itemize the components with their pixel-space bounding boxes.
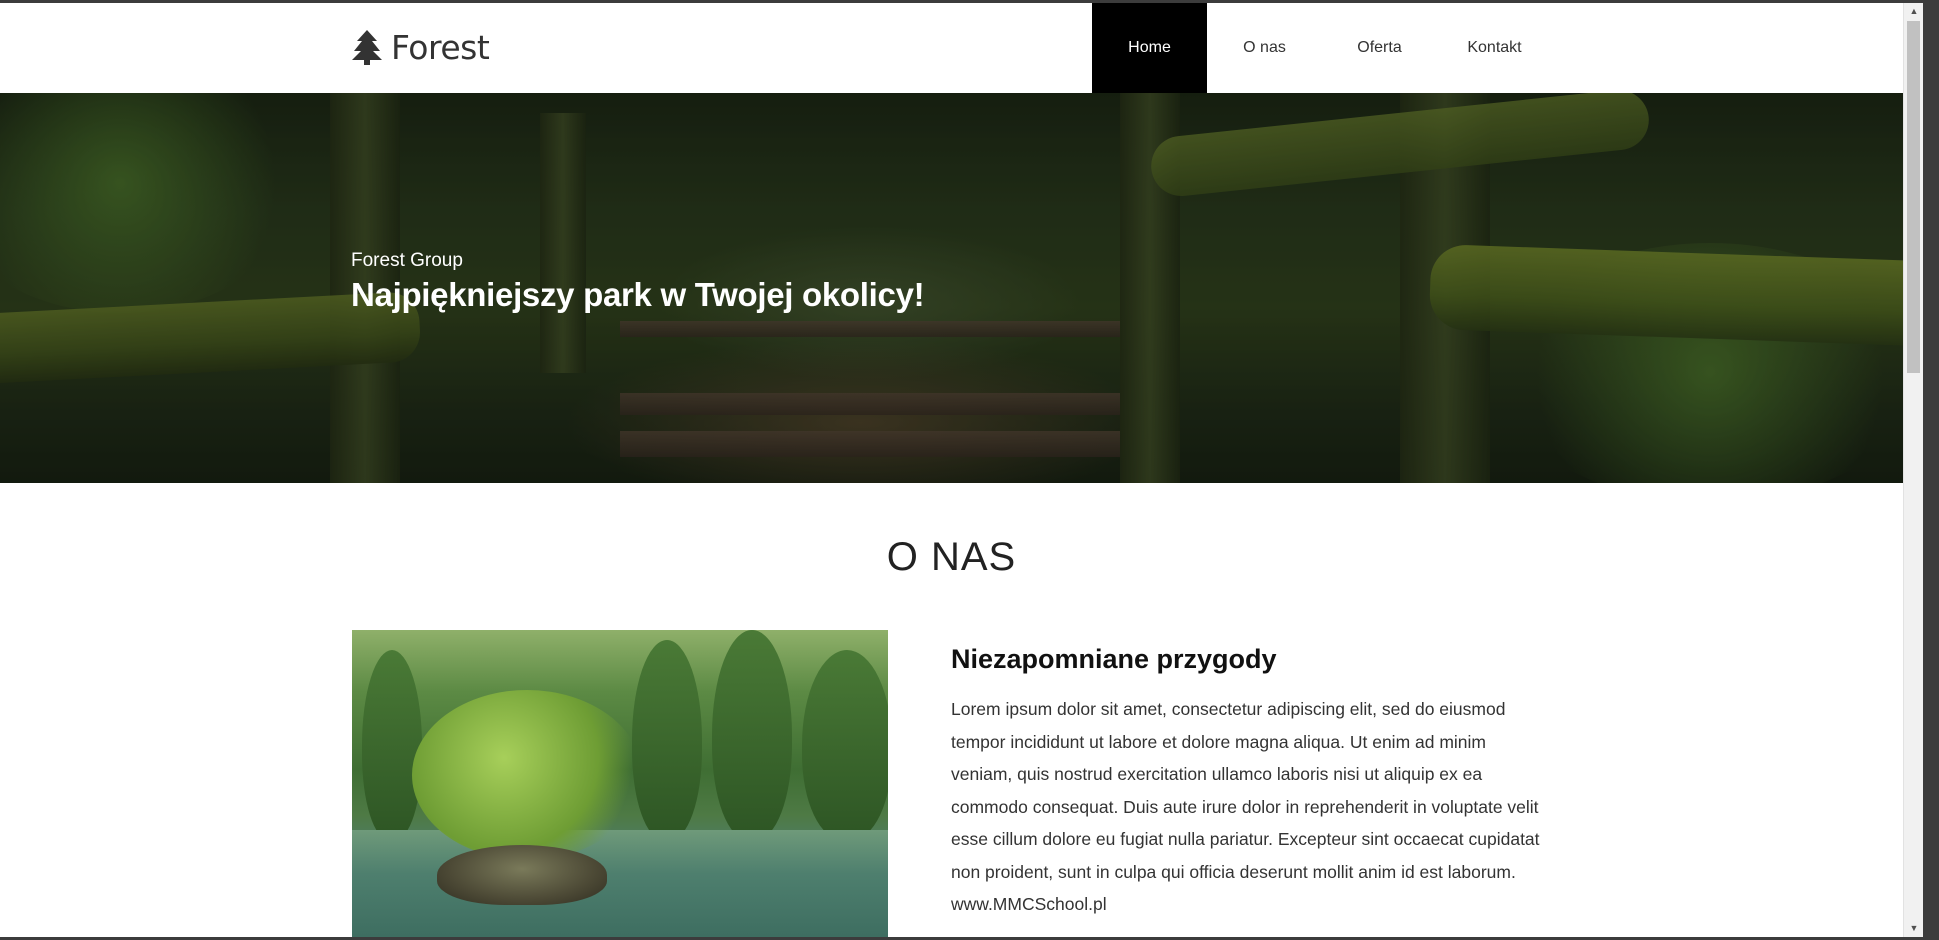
hero-text: Forest Group Najpiękniejszy park w Twoje…: [351, 250, 925, 314]
tree-icon: [351, 29, 383, 65]
scroll-up-icon[interactable]: ▲: [1904, 3, 1924, 20]
image-rock: [437, 845, 607, 905]
hero-title: Najpiękniejszy park w Twojej okolicy!: [351, 276, 925, 313]
hero-banner: Forest Group Najpiękniejszy park w Twoje…: [0, 93, 1903, 483]
about-heading: Niezapomniane przygody: [951, 644, 1277, 674]
nav-item-home[interactable]: Home: [1092, 3, 1207, 93]
about-body: Lorem ipsum dolor sit amet, consectetur …: [951, 699, 1540, 914]
image-water: [352, 830, 888, 937]
scroll-thumb[interactable]: [1907, 21, 1920, 373]
brand-logo[interactable]: Forest: [351, 27, 490, 67]
nav-item-oferta[interactable]: Oferta: [1322, 3, 1437, 93]
image-tree: [802, 650, 888, 840]
scroll-down-icon[interactable]: ▼: [1904, 920, 1924, 937]
hero-overlay: [0, 93, 1903, 483]
page-viewport: Forest Home O nas Oferta Kontakt Forest …: [0, 3, 1903, 937]
page-scrollbar[interactable]: ▲ ▼: [1903, 3, 1923, 937]
nav-item-o-nas[interactable]: O nas: [1207, 3, 1322, 93]
image-tree: [362, 650, 422, 840]
about-content: Niezapomniane przygody Lorem ipsum dolor…: [951, 644, 1551, 921]
main-nav: Home O nas Oferta Kontakt: [1092, 3, 1552, 93]
image-tree: [712, 630, 792, 840]
nav-item-kontakt[interactable]: Kontakt: [1437, 3, 1552, 93]
about-image: [352, 630, 888, 937]
section-title-about: O NAS: [886, 535, 1017, 579]
image-bush: [412, 690, 642, 860]
brand-name: Forest: [391, 27, 490, 67]
hero-subtitle: Forest Group: [351, 250, 463, 271]
site-header: Forest Home O nas Oferta Kontakt: [0, 3, 1903, 93]
image-tree: [632, 640, 702, 840]
